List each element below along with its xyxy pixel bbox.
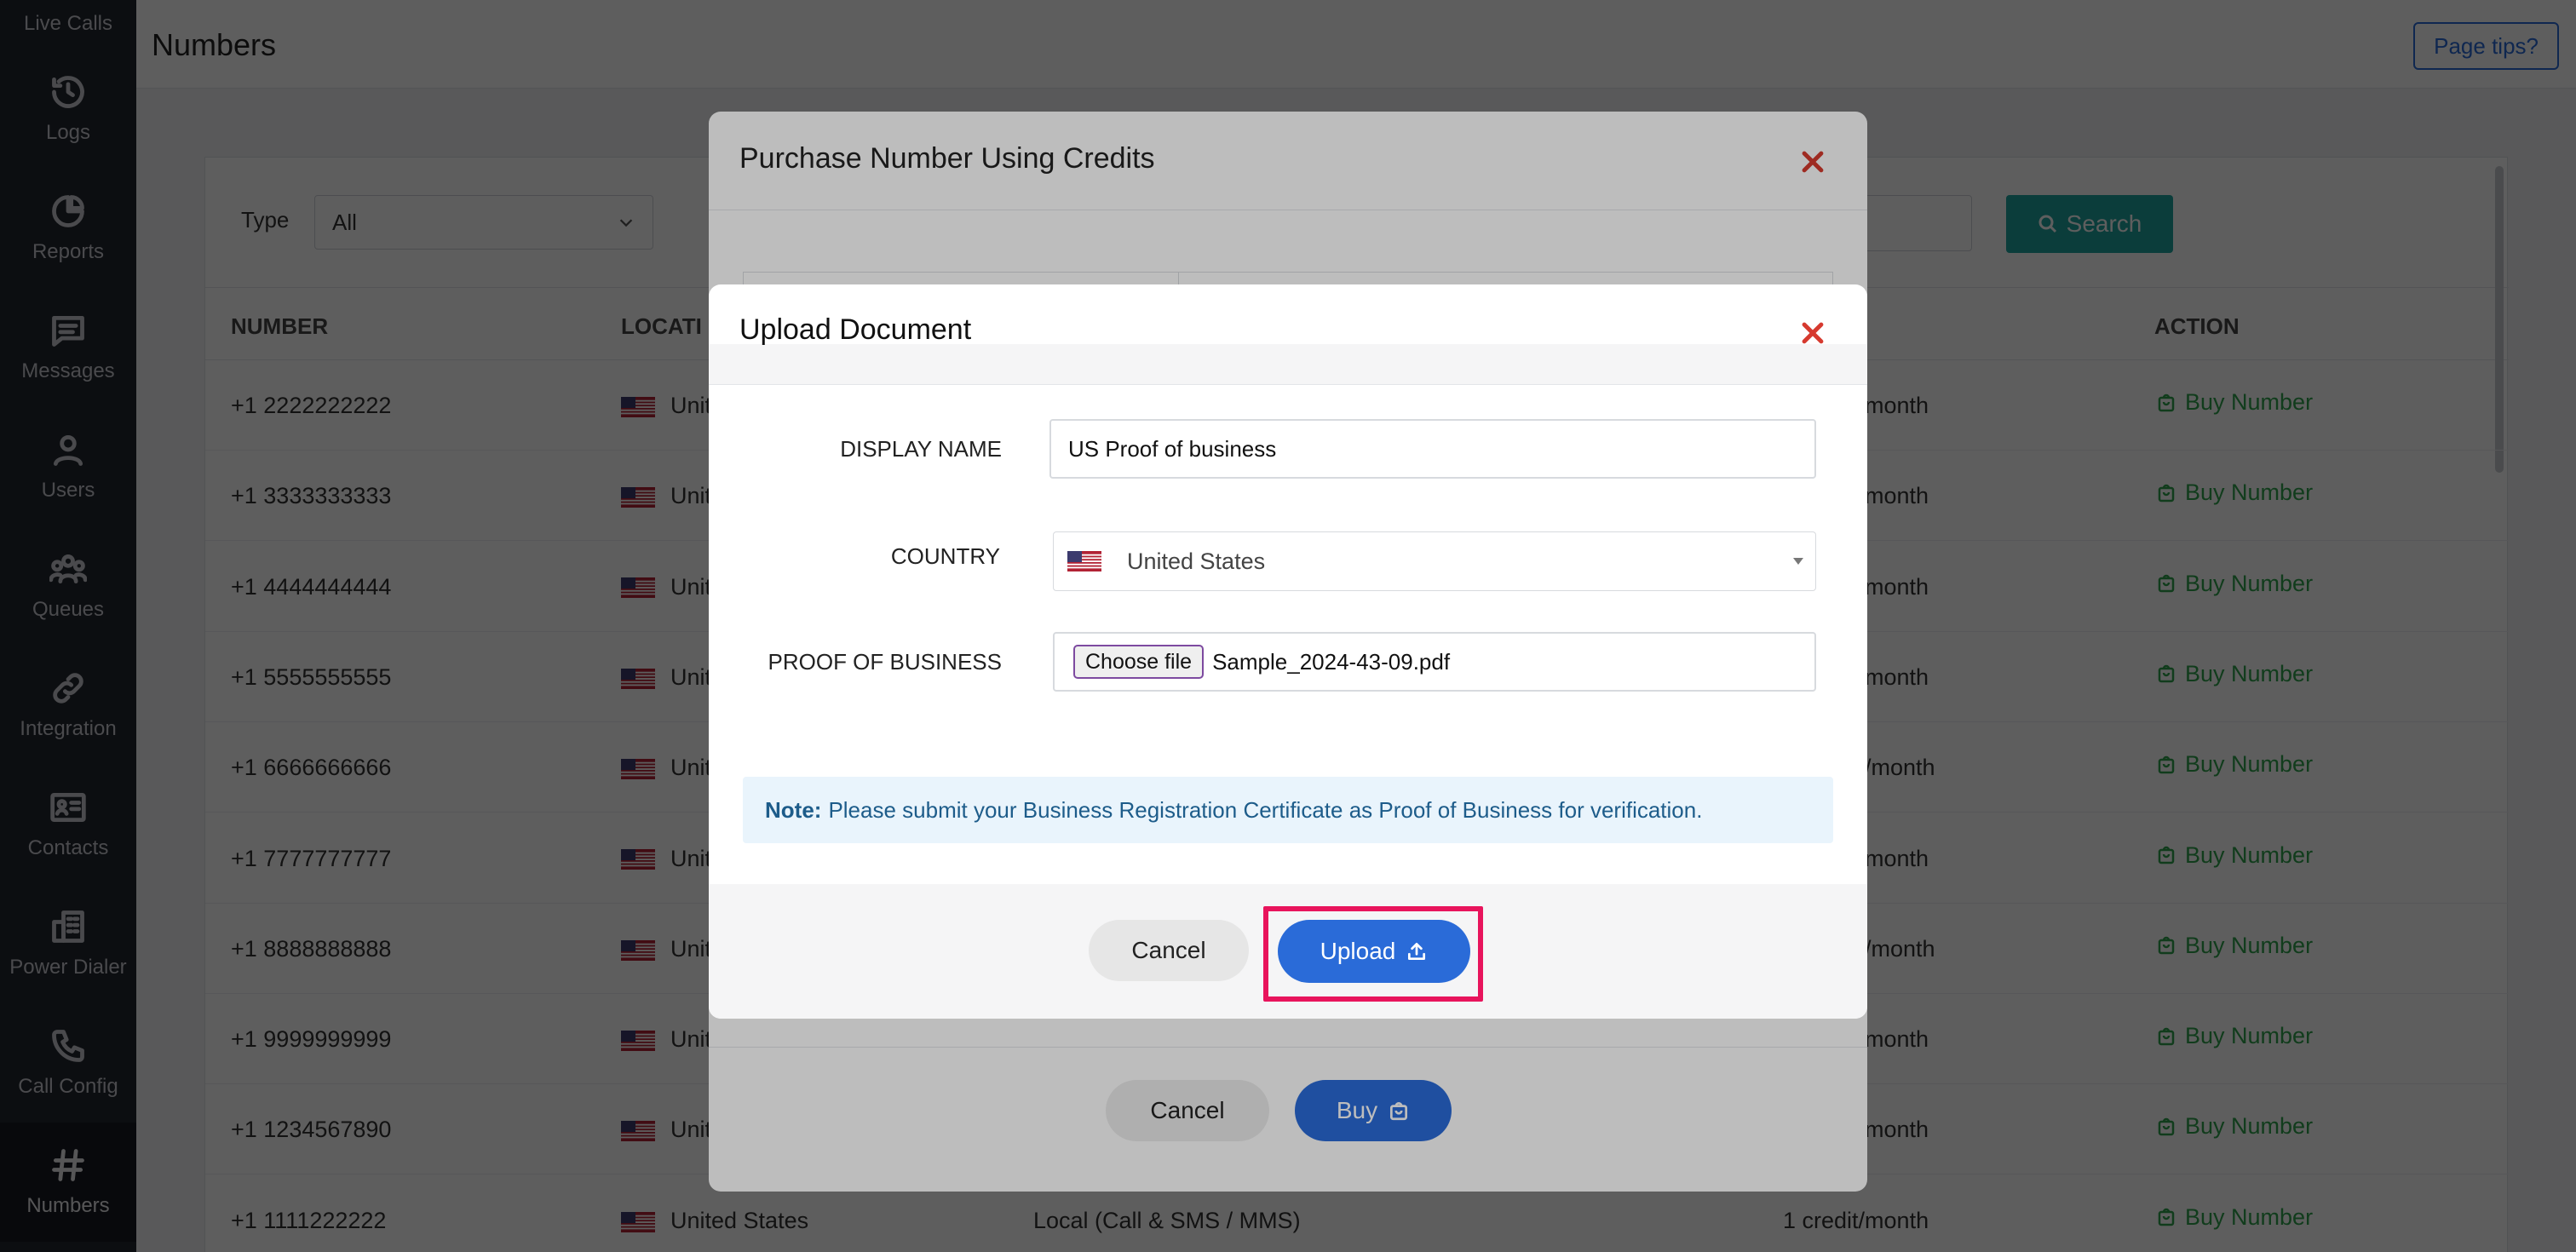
country-label: COUNTRY bbox=[890, 543, 1000, 569]
selected-file-name: Sample_2024-43-09.pdf bbox=[1212, 648, 1451, 675]
upload-cancel-button[interactable]: Cancel bbox=[1089, 920, 1249, 981]
dropdown-caret-icon bbox=[1793, 558, 1803, 565]
close-icon bbox=[1802, 322, 1824, 344]
proof-of-business-file-input[interactable]: Choose file Sample_2024-43-09.pdf bbox=[1053, 632, 1816, 692]
choose-file-button[interactable]: Choose file bbox=[1073, 645, 1205, 679]
upload-modal-title: Upload Document bbox=[739, 313, 972, 346]
country-value: United States bbox=[1127, 548, 1266, 574]
country-select[interactable]: United States bbox=[1053, 531, 1816, 591]
note-label: Note: bbox=[765, 796, 822, 823]
note-text: Please submit your Business Registration… bbox=[828, 796, 1703, 823]
us-flag-icon bbox=[1067, 551, 1101, 571]
proof-of-business-label: PROOF OF BUSINESS bbox=[768, 649, 1003, 675]
display-name-field[interactable]: US Proof of business bbox=[1049, 419, 1816, 479]
upload-modal-header: Upload Document bbox=[709, 284, 1867, 385]
upload-button-highlight bbox=[1263, 906, 1483, 1002]
verification-note: Note: Please submit your Business Regist… bbox=[743, 777, 1833, 843]
upload-modal-close-button[interactable] bbox=[1798, 319, 1827, 347]
display-name-label: DISPLAY NAME bbox=[840, 436, 1002, 462]
